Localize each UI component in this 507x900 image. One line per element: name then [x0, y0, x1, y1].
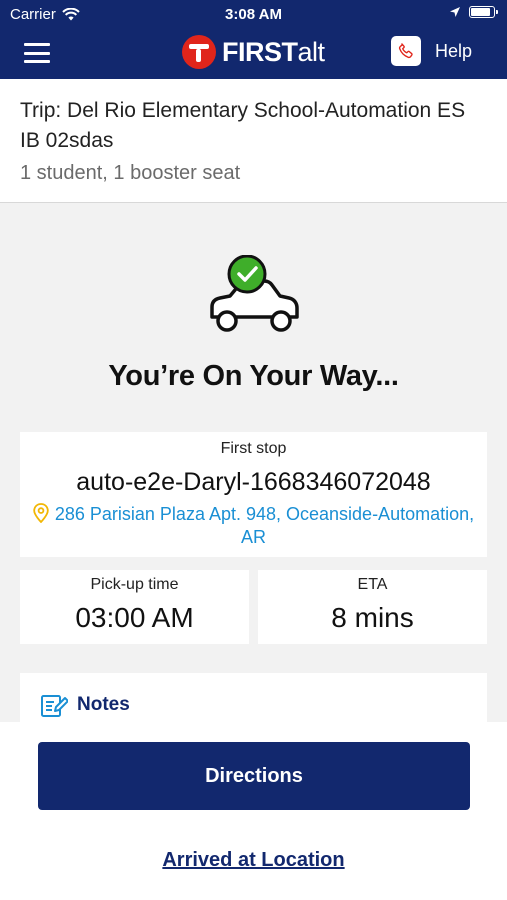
- menu-icon[interactable]: [24, 43, 50, 63]
- first-stop-name: auto-e2e-Daryl-1668346072048: [76, 468, 431, 496]
- brand-first: FIRST: [222, 36, 298, 67]
- first-stop-card: First stop auto-e2e-Daryl-1668346072048 …: [20, 432, 487, 557]
- brand-logo: FIRSTalt: [182, 35, 325, 69]
- eta-value: 8 mins: [331, 602, 414, 633]
- top-bar: Carrier 3:08 AM FIRSTalt Help: [0, 0, 507, 79]
- help-label: Help: [434, 40, 472, 61]
- status-time: 3:08 AM: [225, 6, 282, 23]
- pickup-time-caption: Pick-up time: [90, 576, 179, 593]
- car-with-checkmark-icon: [210, 255, 299, 332]
- battery-icon: [469, 6, 498, 18]
- arrived-at-location-link[interactable]: Arrived at Location: [0, 849, 507, 872]
- brand-wordmark: FIRSTalt: [222, 37, 325, 68]
- eta-caption: ETA: [357, 576, 388, 593]
- status-heading: You’re On Your Way...: [108, 360, 399, 392]
- map-pin-icon: [33, 503, 49, 523]
- trip-title: Trip: Del Rio Elementary School-Automati…: [20, 99, 466, 152]
- status-right: [449, 6, 498, 18]
- pickup-time-card: Pick-up time 03:00 AM: [20, 570, 249, 644]
- notes-label: Notes: [77, 694, 130, 715]
- trip-subtitle: 1 student, 1 booster seat: [20, 162, 241, 184]
- brand-mark-icon: [182, 35, 216, 69]
- phone-icon: [390, 36, 421, 66]
- notes-edit-icon: [41, 695, 68, 717]
- eta-card: ETA 8 mins: [258, 570, 487, 644]
- status-bar: Carrier 3:08 AM: [0, 0, 507, 28]
- nav-bar: FIRSTalt Help: [0, 28, 507, 79]
- trip-header: Trip: Del Rio Elementary School-Automati…: [0, 79, 507, 203]
- location-arrow-icon: [450, 7, 460, 17]
- pickup-time-value: 03:00 AM: [75, 602, 194, 633]
- first-stop-address-link[interactable]: 286 Parisian Plaza Apt. 948, Oceanside-A…: [20, 503, 487, 549]
- action-panel: Directions Arrived at Location: [0, 722, 507, 900]
- directions-button[interactable]: Directions: [38, 742, 470, 810]
- brand-alt: alt: [297, 36, 326, 67]
- first-stop-address: 286 Parisian Plaza Apt. 948, Oceanside-A…: [54, 504, 475, 547]
- notes-row: Notes: [40, 692, 130, 718]
- first-stop-caption: First stop: [220, 440, 287, 457]
- help-button[interactable]: Help: [390, 36, 472, 66]
